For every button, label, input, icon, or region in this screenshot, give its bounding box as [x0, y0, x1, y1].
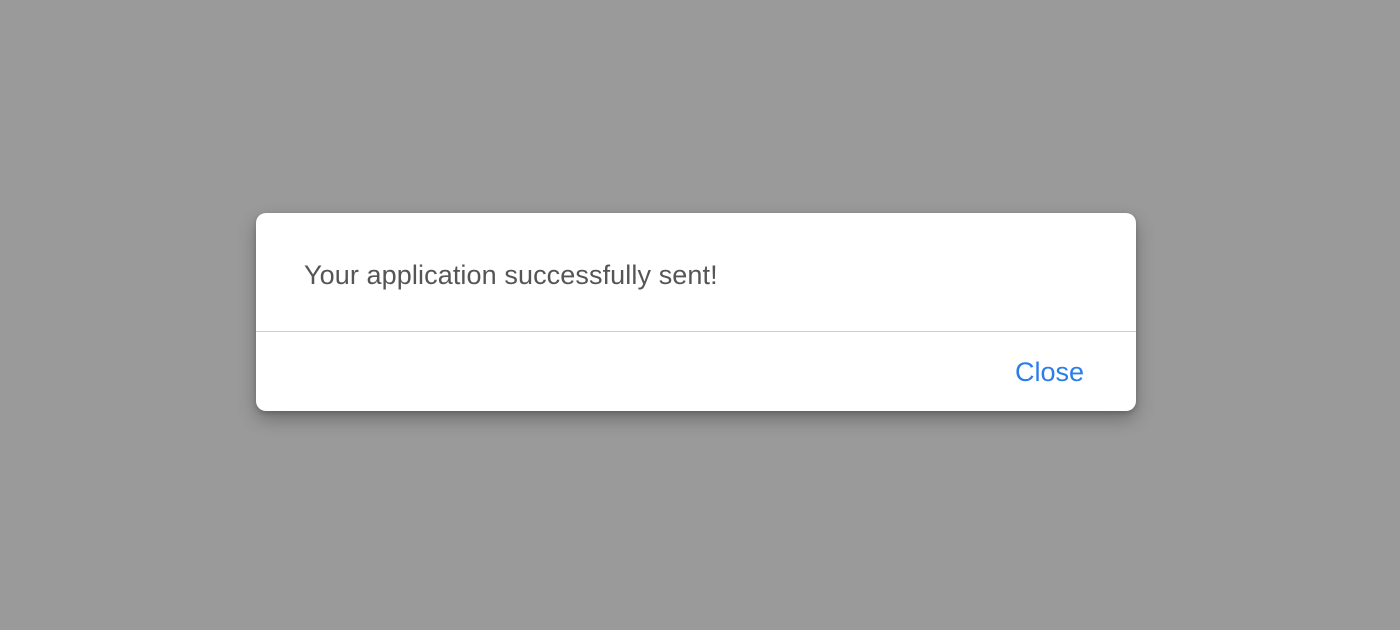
close-button[interactable]: Close [1015, 355, 1084, 389]
dialog-message: Your application successfully sent! [304, 260, 718, 290]
dialog-body: Your application successfully sent! [256, 213, 1136, 331]
dialog-footer: Close [256, 332, 1136, 411]
success-dialog: Your application successfully sent! Clos… [256, 213, 1136, 411]
